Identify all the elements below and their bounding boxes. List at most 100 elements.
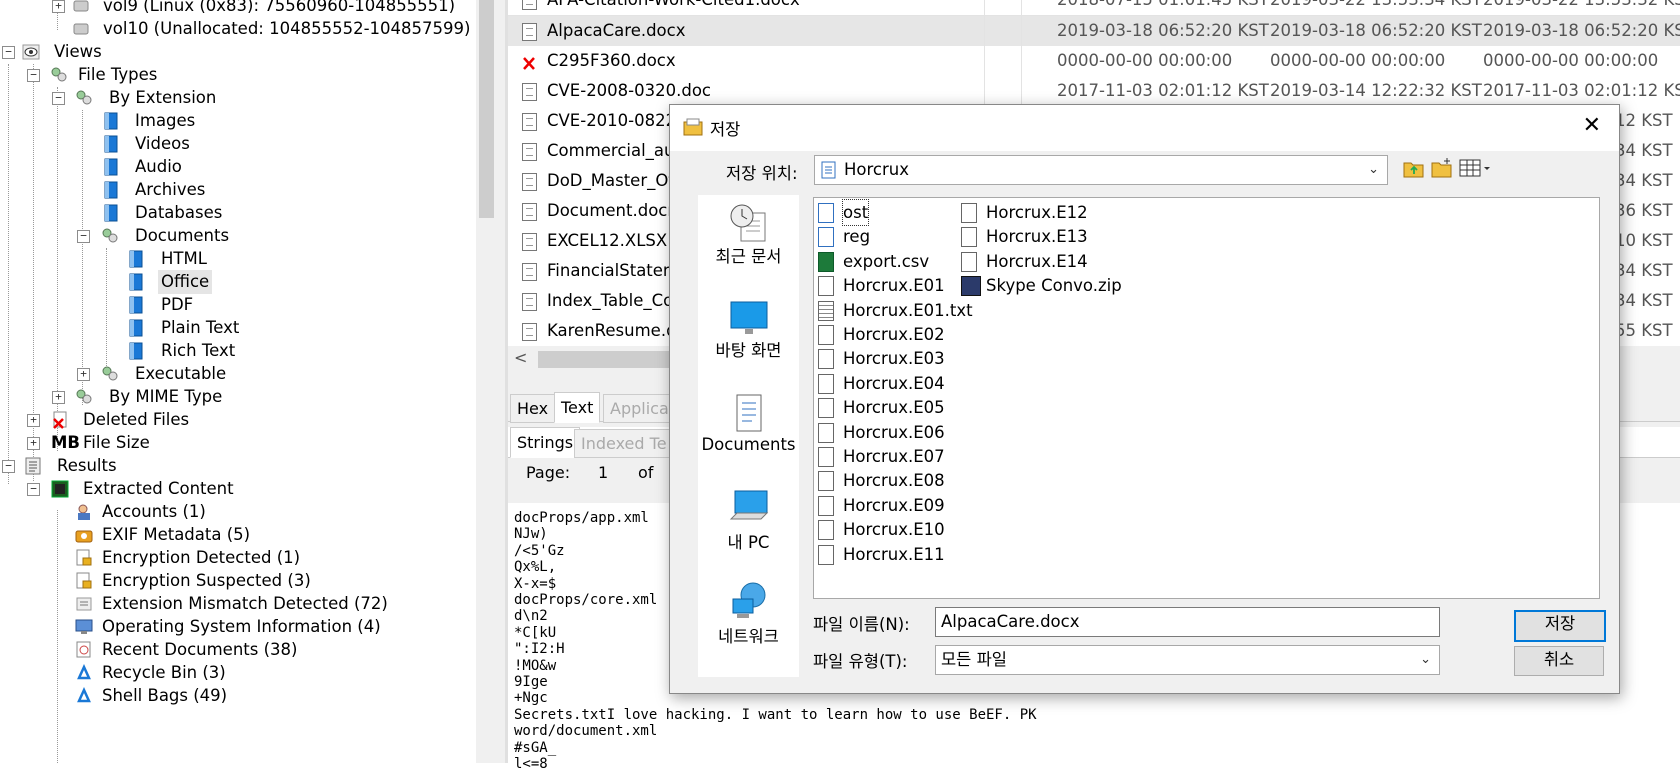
blue-doc-icon [104,135,118,153]
tree-pane: + vol9 (Linux (0x83): 75560960-104855551… [0,0,476,763]
tab-indexed-text[interactable]: Indexed Te [574,429,674,458]
doc-icon [522,83,537,101]
mismatch-icon [76,597,92,611]
chevron-down-icon: ⌄ [1420,652,1431,667]
table-row[interactable]: C295F360.docx 0000-00-00 00:00:00 0000-0… [508,46,1680,77]
file-list[interactable]: ost reg export.csv Horcrux.E01 Horcrux.E01.t… [813,197,1600,599]
file-types-icon [76,389,92,404]
blue-doc-icon [129,273,143,291]
doc-icon [522,293,537,311]
desktop-icon [730,301,767,334]
tab-hex[interactable]: Hex [510,394,556,423]
blank-file-icon [961,203,977,223]
save-button[interactable]: 저장 [1514,610,1606,642]
view-menu-icon[interactable] [1459,159,1491,179]
disk-icon [73,23,89,35]
dialog-titlebar: 저장 ✕ [670,105,1619,151]
blue-doc-icon [129,250,143,268]
lock-doc-icon [76,572,92,589]
close-icon[interactable]: ✕ [1583,113,1601,138]
places-bar: 최근 문서 바탕 화면 Documents 내 PC 네트워크 [698,195,799,677]
blue-doc-icon [104,181,118,199]
text-line: l<=8 [514,756,548,773]
doc-icon [522,23,537,41]
blank-file-icon [818,325,834,345]
file-types-icon [102,228,118,243]
place-desktop[interactable]: 바탕 화면 [698,299,799,361]
place-recent[interactable]: 최근 문서 [698,203,799,267]
save-in-combo[interactable]: Horcrux ⌄ [814,155,1388,185]
folder-doc-icon [821,161,836,179]
deleted-file-icon [53,411,67,429]
table-row[interactable]: AlpacaCare.docx 2019-03-18 06:52:20 KST … [508,16,1680,47]
file-types-icon [76,90,92,105]
file-types-icon [51,67,67,82]
place-network[interactable]: 네트워크 [698,581,799,647]
filetype-select[interactable]: 모든 파일 ⌄ [935,645,1440,675]
recent-docs-icon [730,204,765,242]
blank-file-icon [818,544,834,565]
text-line: #sGA_ [514,739,557,756]
recycle-icon [77,664,91,680]
computer-icon [75,619,93,634]
results-icon [25,457,41,475]
table-row[interactable]: CVE-2008-0320.doc 2017-11-03 02:01:12 KS… [508,76,1680,107]
doc-icon [522,263,537,281]
blank-file-icon [961,251,977,272]
lock-doc-icon [76,549,92,566]
blank-file-icon [961,227,977,248]
folder-doc-icon [818,227,834,248]
new-folder-icon[interactable] [1431,157,1453,179]
tab-strings[interactable]: Strings [510,427,581,458]
text-line: word/document.xml [514,723,658,740]
save-dialog-icon [683,118,703,136]
cancel-button[interactable]: 취소 [1514,646,1604,676]
text-line: Secrets.txtI love hacking. I want to lea… [514,706,1037,723]
doc-icon [522,143,537,161]
up-folder-icon[interactable] [1403,159,1425,179]
text-file-icon [818,300,834,321]
network-icon [732,582,765,618]
blue-doc-icon [129,319,143,337]
chevron-down-icon: ⌄ [1368,162,1379,177]
tab-text[interactable]: Text [554,392,601,423]
blank-file-icon [818,471,834,492]
mb-icon: MB [51,433,80,452]
blank-file-icon [818,520,834,541]
doc-icon [522,233,537,251]
table-row[interactable]: APA-Citation-Work-Cited1.docx 2018-07-15… [508,0,1680,16]
tree-scrollbar-thumb[interactable] [479,0,494,218]
shell-bags-icon [77,687,91,703]
scroll-left-icon[interactable]: < [514,348,527,367]
account-icon [78,504,90,520]
eye-icon [22,44,40,60]
blue-doc-icon [129,342,143,360]
file-types-icon [102,366,118,381]
filename-input[interactable]: AlpacaCare.docx [935,607,1440,637]
camera-icon [75,530,93,543]
zip-file-icon [961,276,981,297]
blank-file-icon [818,373,834,394]
place-documents[interactable]: Documents [698,393,799,454]
save-dialog: 저장 ✕ 저장 위치: Horcrux ⌄ 최근 문서 바탕 화면 Docume… [669,104,1620,694]
excel-file-icon [818,251,834,272]
blank-file-icon [818,398,834,419]
folder-doc-icon [818,203,834,223]
blue-doc-icon [129,296,143,314]
doc-icon [522,0,537,10]
computer-icon [729,490,768,520]
doc-icon [522,203,537,221]
blue-doc-icon [104,158,118,176]
place-this-pc[interactable]: 내 PC [698,487,799,553]
recent-doc-icon [76,641,91,658]
blue-doc-icon [104,112,118,130]
deleted-file-icon [523,57,535,70]
disk-icon [73,0,89,12]
blue-doc-icon [104,204,118,222]
blank-file-icon [818,422,834,443]
doc-icon [522,113,537,131]
blank-file-icon [818,495,834,516]
extracted-content-icon [51,480,69,498]
doc-icon [522,173,537,191]
blank-file-icon [818,276,834,297]
